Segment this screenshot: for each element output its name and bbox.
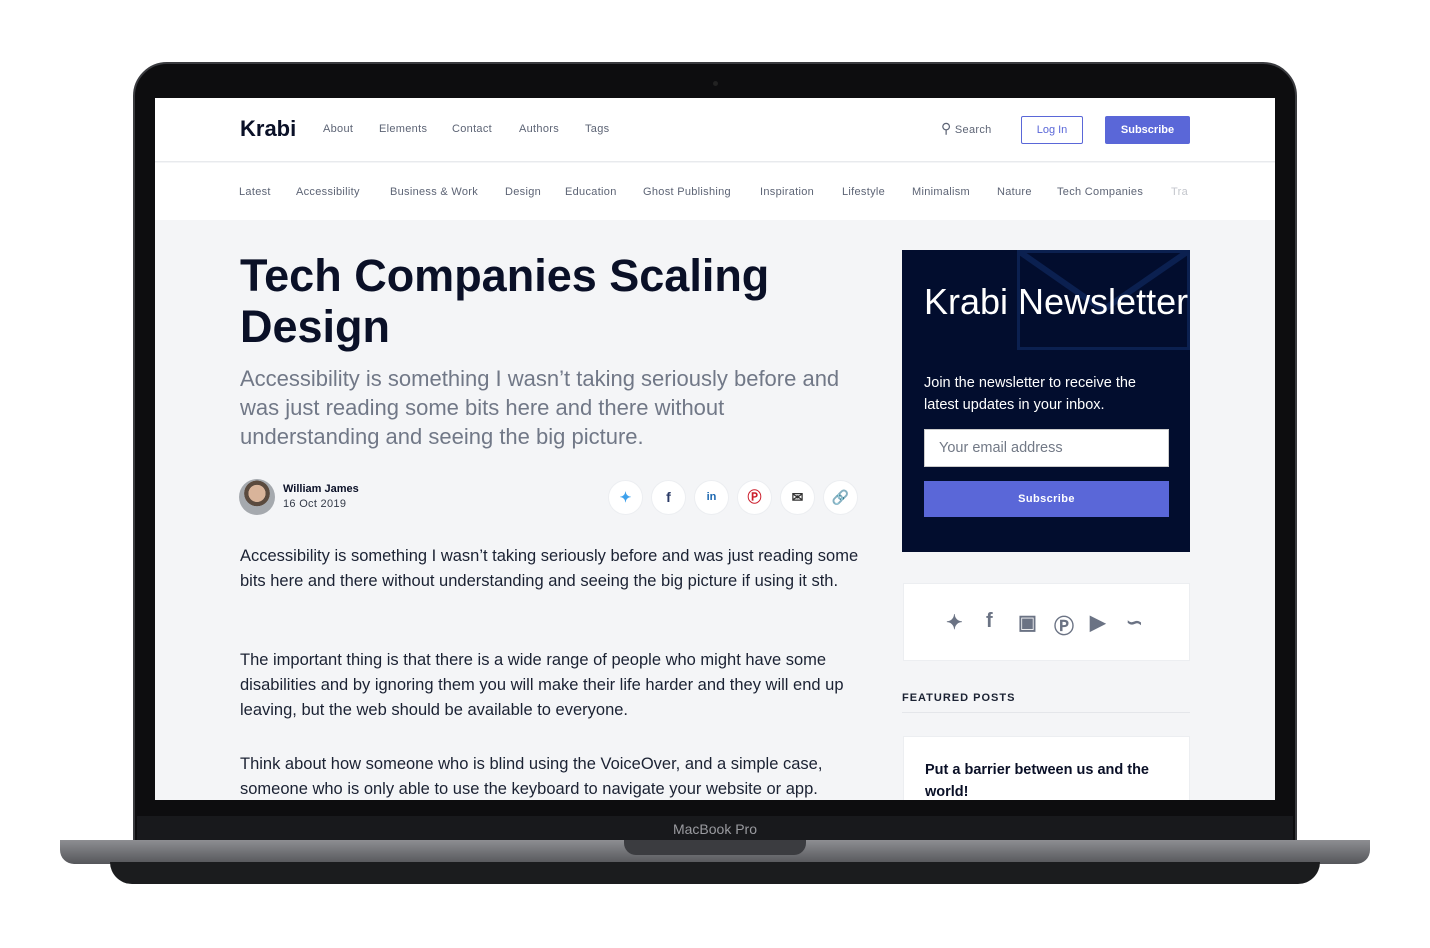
category-ghost[interactable]: Ghost Publishing bbox=[643, 186, 731, 198]
nav-elements[interactable]: Elements bbox=[379, 123, 427, 135]
facebook-icon[interactable]: f bbox=[986, 610, 993, 633]
facebook-icon: f bbox=[666, 489, 671, 505]
category-travel[interactable]: Tra bbox=[1171, 186, 1188, 198]
article-paragraph: The important thing is that there is a w… bbox=[240, 651, 844, 719]
laptop-hinge bbox=[624, 840, 806, 855]
category-education[interactable]: Education bbox=[565, 186, 617, 198]
nav-contact[interactable]: Contact bbox=[452, 123, 492, 135]
featured-posts-heading: FEATURED POSTS bbox=[902, 692, 1016, 704]
category-design[interactable]: Design bbox=[505, 186, 541, 198]
share-facebook-button[interactable]: f bbox=[651, 480, 686, 515]
article-paragraph: Think about how someone who is blind usi… bbox=[240, 755, 823, 798]
newsletter-title: Krabi Newsletter bbox=[924, 281, 1189, 322]
search-label: Search bbox=[954, 124, 992, 136]
search-icon: ⚲ bbox=[941, 120, 952, 136]
rss-icon[interactable]: ∽ bbox=[1126, 610, 1143, 635]
link-icon: 🔗 bbox=[831, 489, 850, 505]
newsletter-widget: Krabi Newsletter Join the newsletter to … bbox=[902, 250, 1190, 552]
instagram-icon[interactable]: ▣ bbox=[1018, 610, 1037, 635]
login-button[interactable]: Log In bbox=[1021, 116, 1083, 144]
email-icon: ✉ bbox=[791, 489, 804, 505]
youtube-icon[interactable]: ▶ bbox=[1090, 610, 1105, 635]
newsletter-description: Join the newsletter to receive the lates… bbox=[924, 375, 1136, 413]
pinterest-icon: Ⓟ bbox=[747, 489, 762, 505]
laptop-foot bbox=[110, 862, 1320, 884]
article-title: Tech Companies Scaling Design bbox=[240, 250, 770, 352]
author-name[interactable]: William James bbox=[283, 483, 359, 495]
article-paragraph: Accessibility is something I wasn’t taki… bbox=[240, 547, 859, 590]
category-accessibility[interactable]: Accessibility bbox=[296, 186, 360, 198]
nav-tags[interactable]: Tags bbox=[585, 123, 609, 135]
share-linkedin-button[interactable]: in bbox=[694, 480, 729, 515]
category-minimalism[interactable]: Minimalism bbox=[912, 186, 970, 198]
camera bbox=[713, 81, 718, 86]
device-label: MacBook Pro bbox=[137, 816, 1293, 842]
subscribe-button[interactable]: Subscribe bbox=[1105, 116, 1190, 144]
pinterest-icon[interactable]: Ⓟ bbox=[1054, 610, 1074, 639]
category-latest[interactable]: Latest bbox=[239, 186, 271, 198]
search-button[interactable]: ⚲ Search bbox=[941, 120, 992, 137]
category-tech[interactable]: Tech Companies bbox=[1057, 186, 1143, 198]
category-nature[interactable]: Nature bbox=[997, 186, 1032, 198]
featured-post-card[interactable]: Put a barrier between us and the world! bbox=[903, 736, 1190, 800]
article-excerpt: Accessibility is something I wasn’t taki… bbox=[240, 366, 840, 449]
browser-screen: Krabi About Elements Contact Authors Tag… bbox=[155, 98, 1275, 800]
nav-about[interactable]: About bbox=[323, 123, 353, 135]
divider bbox=[902, 712, 1190, 713]
publish-date: 16 Oct 2019 bbox=[283, 498, 347, 510]
category-inspiration[interactable]: Inspiration bbox=[760, 186, 814, 198]
category-lifestyle[interactable]: Lifestyle bbox=[842, 186, 885, 198]
featured-post-title[interactable]: Put a barrier between us and the world! bbox=[925, 759, 1165, 800]
newsletter-subscribe-button[interactable]: Subscribe bbox=[924, 481, 1169, 517]
linkedin-icon: in bbox=[706, 491, 717, 503]
email-input[interactable] bbox=[924, 429, 1169, 467]
social-links: ✦ f ▣ Ⓟ ▶ ∽ bbox=[903, 583, 1190, 661]
author-avatar[interactable] bbox=[239, 479, 275, 515]
share-pinterest-button[interactable]: Ⓟ bbox=[737, 480, 772, 515]
copy-link-button[interactable]: 🔗 bbox=[823, 480, 858, 515]
site-logo[interactable]: Krabi bbox=[240, 116, 296, 142]
share-twitter-button[interactable]: ✦ bbox=[608, 480, 643, 515]
share-email-button[interactable]: ✉ bbox=[780, 480, 815, 515]
category-business[interactable]: Business & Work bbox=[390, 186, 478, 198]
twitter-icon[interactable]: ✦ bbox=[946, 610, 963, 635]
nav-authors[interactable]: Authors bbox=[519, 123, 559, 135]
twitter-icon: ✦ bbox=[619, 489, 632, 505]
